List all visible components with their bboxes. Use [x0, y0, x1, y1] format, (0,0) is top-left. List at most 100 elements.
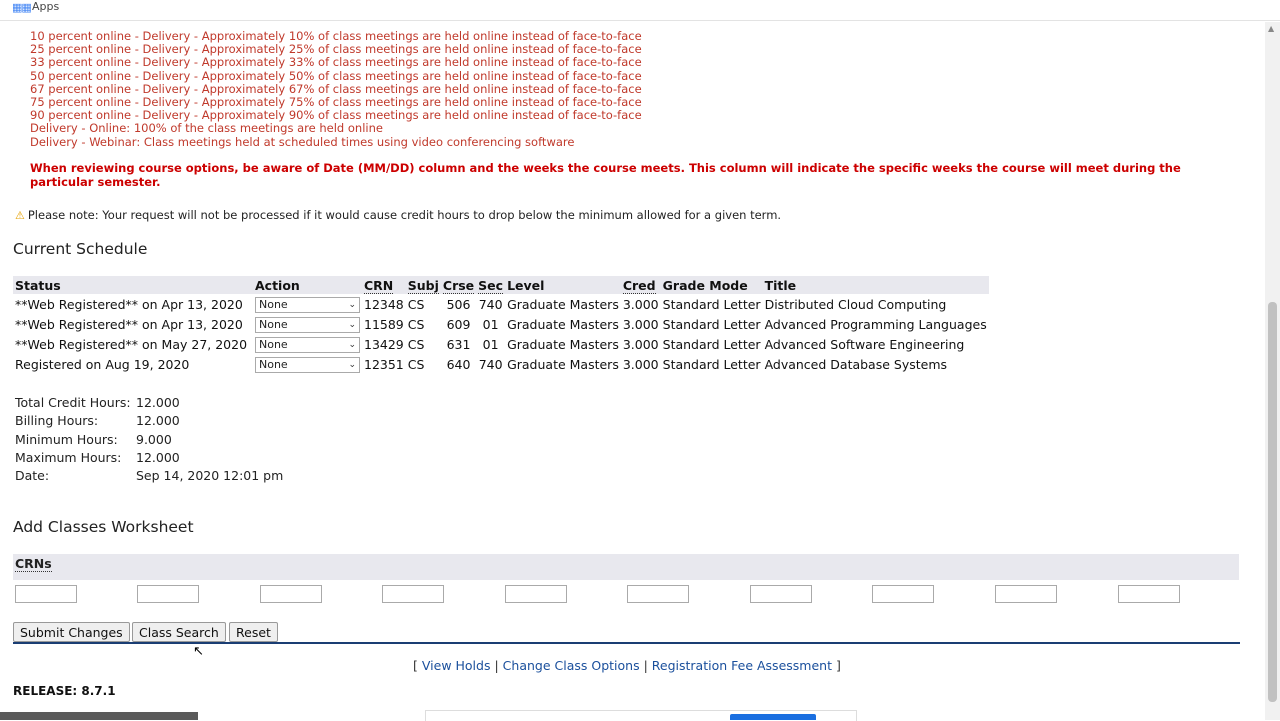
crn-cell: 11589 [364, 316, 404, 332]
col-subj: Subj [405, 276, 441, 294]
minimum-hours-label: Minimum Hours: [15, 431, 118, 447]
action-select[interactable]: None ⌄ [255, 356, 360, 373]
col-crse: Crse [440, 276, 477, 294]
action-select[interactable]: None ⌄ [255, 336, 360, 353]
table-row: **Web Registered** on Apr 13, 2020 None ⌄… [13, 314, 989, 334]
status-cell: **Web Registered** on Apr 13, 2020 [15, 316, 243, 332]
delivery-legend: 10 percent online - Delivery - Approxima… [30, 29, 642, 149]
scroll-up-arrow-icon[interactable]: ▲ [1268, 24, 1274, 33]
vertical-scrollbar[interactable]: ▲ [1265, 22, 1280, 720]
crn-input-7[interactable] [750, 585, 812, 603]
level-cell: Graduate Masters [507, 336, 619, 352]
chevron-down-icon: ⌄ [348, 359, 356, 370]
sec-cell: 01 [482, 316, 499, 332]
apps-grid-icon[interactable]: ▦▦ [12, 1, 32, 14]
reset-button[interactable]: Reset [229, 622, 278, 642]
release-version: RELEASE: 8.7.1 [13, 684, 116, 698]
sec-cell: 740 [478, 356, 503, 372]
subj-cell: CS [407, 296, 425, 312]
chevron-down-icon: ⌄ [348, 339, 356, 350]
subj-cell: CS [407, 336, 425, 352]
action-cell: None ⌄ [253, 334, 362, 354]
status-cell: Registered on Aug 19, 2020 [15, 356, 190, 372]
action-cell: None ⌄ [253, 294, 362, 314]
warning-icon: ⚠ [15, 209, 25, 222]
table-row: **Web Registered** on May 27, 2020 None ⌄… [13, 334, 989, 354]
action-select[interactable]: None ⌄ [255, 316, 360, 333]
chevron-down-icon: ⌄ [348, 319, 356, 330]
cred-cell: 3.000 [622, 356, 659, 372]
crns-label: CRNs [15, 556, 52, 572]
status-cell: **Web Registered** on May 27, 2020 [15, 336, 248, 352]
col-grade-mode: Grade Mode [660, 276, 763, 294]
class-search-button[interactable]: Class Search [132, 622, 226, 642]
col-action: Action [253, 276, 362, 294]
separator: | [494, 658, 499, 673]
date-column-warning: When reviewing course options, be aware … [30, 161, 1181, 189]
mouse-cursor-icon: ↖ [193, 644, 204, 659]
scrollbar-thumb[interactable] [1268, 302, 1277, 702]
submit-changes-button[interactable]: Submit Changes [13, 622, 130, 642]
maximum-hours-value: 12.000 [136, 449, 180, 465]
title-cell: Advanced Software Engineering [764, 336, 965, 352]
bracket: ] [835, 658, 841, 673]
crn-input-9[interactable] [995, 585, 1057, 603]
crn-input-6[interactable] [627, 585, 689, 603]
chevron-down-icon: ⌄ [348, 299, 356, 310]
col-title: Title [762, 276, 989, 294]
date-value: Sep 14, 2020 12:01 pm [136, 468, 284, 484]
grade-mode-cell: Standard Letter [662, 356, 761, 372]
crn-input-4[interactable] [382, 585, 444, 603]
cred-cell: 3.000 [622, 336, 659, 352]
action-cell: None ⌄ [253, 354, 362, 374]
crn-input-3[interactable] [260, 585, 322, 603]
crse-cell: 640 [446, 356, 471, 372]
crn-input-2[interactable] [137, 585, 199, 603]
grade-mode-cell: Standard Letter [662, 316, 761, 332]
separator: | [643, 658, 648, 673]
credit-hours-note: ⚠ Please note: Your request will not be p… [15, 208, 781, 222]
title-cell: Advanced Database Systems [764, 356, 948, 372]
action-cell: None ⌄ [253, 314, 362, 334]
action-select[interactable]: None ⌄ [255, 296, 360, 313]
change-class-options-link[interactable]: Change Class Options [503, 658, 640, 673]
crn-input-10[interactable] [1118, 585, 1180, 603]
crn-input-1[interactable] [15, 585, 77, 603]
delivery-line: Delivery - Webinar: Class meetings held … [30, 134, 575, 149]
delivery-line: 50 percent online - Delivery - Approxima… [30, 68, 642, 83]
cred-cell: 3.000 [622, 296, 659, 312]
apps-bookmark[interactable]: Apps [32, 0, 59, 13]
crn-cell: 12351 [364, 356, 404, 372]
crn-input-5[interactable] [505, 585, 567, 603]
footer-divider [13, 642, 1240, 644]
subj-cell: CS [407, 356, 425, 372]
footer-links: [ View Holds | Change Class Options | Re… [413, 658, 841, 673]
title-cell: Advanced Programming Languages [764, 316, 987, 332]
crns-header-bar: CRNs [13, 554, 1239, 580]
table-header-row: Status Action CRN Subj Crse Sec Level Cr… [13, 276, 989, 294]
view-holds-link[interactable]: View Holds [422, 658, 491, 673]
grade-mode-cell: Standard Letter [662, 336, 761, 352]
download-bar-button[interactable] [730, 714, 816, 720]
taskbar-strip [0, 712, 198, 720]
registration-fee-assessment-link[interactable]: Registration Fee Assessment [652, 658, 832, 673]
add-classes-heading: Add Classes Worksheet [13, 518, 194, 536]
crse-cell: 631 [446, 336, 471, 352]
level-cell: Graduate Masters [507, 356, 619, 372]
crse-cell: 506 [446, 296, 471, 312]
current-schedule-table: Status Action CRN Subj Crse Sec Level Cr… [13, 276, 989, 374]
table-row: Registered on Aug 19, 2020 None ⌄ 12351 C… [13, 354, 989, 374]
total-credit-hours-value: 12.000 [136, 395, 180, 410]
bookmarks-bar: ▦▦ Apps [0, 0, 1280, 21]
status-cell: **Web Registered** on Apr 13, 2020 [15, 296, 243, 312]
minimum-hours-value: 9.000 [136, 431, 172, 447]
crn-cell: 12348 [364, 296, 404, 312]
level-cell: Graduate Masters [507, 316, 619, 332]
page-content: 10 percent online - Delivery - Approxima… [0, 22, 1262, 720]
col-cred: Cred [620, 276, 661, 294]
col-status: Status [13, 276, 253, 294]
date-label: Date: [15, 468, 50, 484]
crn-input-8[interactable] [872, 585, 934, 603]
billing-hours-label: Billing Hours: [15, 413, 99, 429]
sec-cell: 740 [478, 296, 503, 312]
